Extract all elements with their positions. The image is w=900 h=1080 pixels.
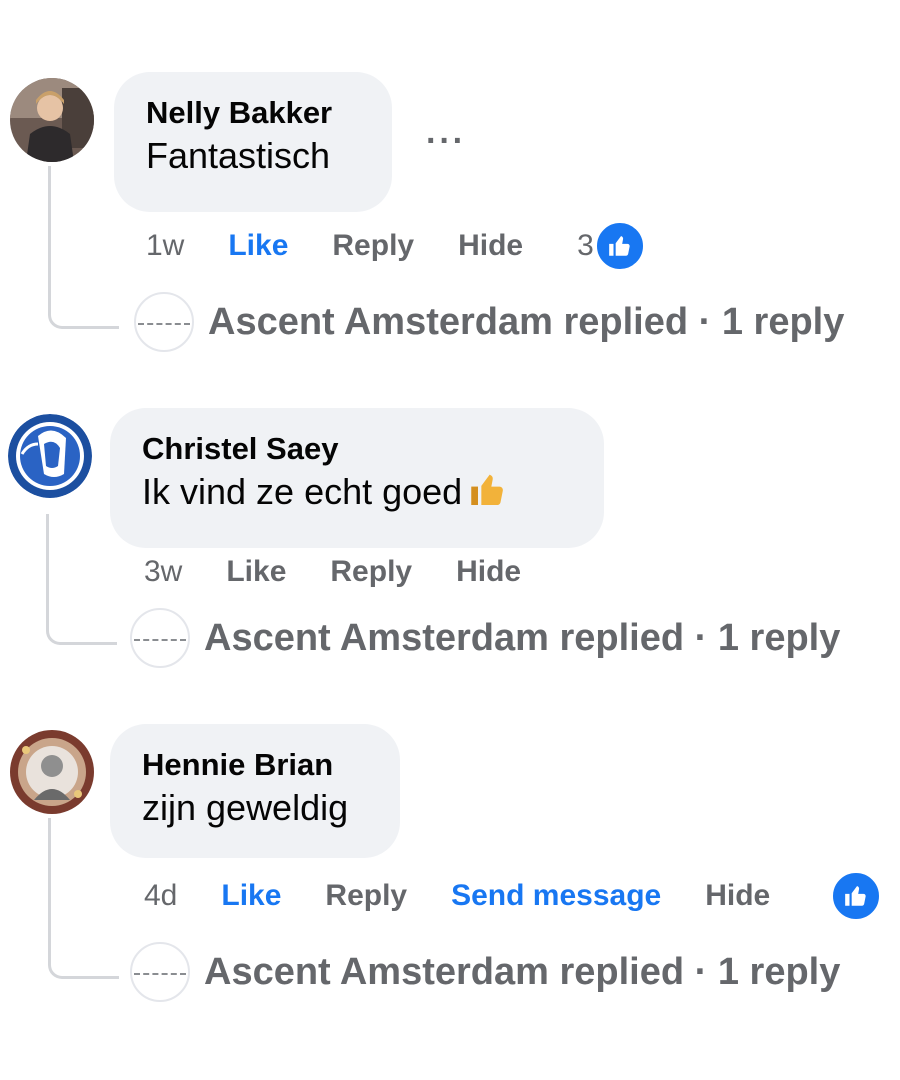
comment-timestamp[interactable]: 4d — [144, 879, 177, 913]
reply-button[interactable]: Reply — [330, 555, 412, 589]
avatar[interactable] — [10, 730, 94, 814]
replied-text: Ascent Amsterdam replied · 1 reply — [208, 300, 845, 343]
like-button[interactable]: Like — [226, 555, 286, 589]
page-logo-icon — [134, 639, 186, 641]
hide-button[interactable]: Hide — [705, 879, 770, 913]
comment-author[interactable]: Christel Saey — [142, 430, 572, 468]
view-replies-link[interactable]: Ascent Amsterdam replied · 1 reply — [130, 606, 840, 670]
send-message-button[interactable]: Send message — [451, 879, 661, 913]
avatar[interactable] — [8, 414, 92, 498]
page-logo-icon — [138, 323, 190, 325]
thread-connector — [48, 818, 119, 979]
reply-button[interactable]: Reply — [325, 879, 407, 913]
page-avatar — [130, 608, 190, 668]
user-photo-icon — [10, 730, 94, 814]
comment-author[interactable]: Hennie Brian — [142, 746, 368, 784]
like-reaction-icon[interactable] — [830, 870, 882, 922]
comment-bubble: Christel Saey Ik vind ze echt goed — [110, 408, 604, 548]
club-logo-icon — [8, 414, 92, 498]
hide-button[interactable]: Hide — [456, 555, 521, 589]
comment-actions: 4d Like Reply Send message Hide — [144, 874, 814, 918]
comment-timestamp[interactable]: 3w — [144, 555, 182, 589]
comment-text: zijn geweldig — [142, 787, 349, 828]
comment-actions: 3w Like Reply Hide — [144, 550, 565, 594]
replied-text: Ascent Amsterdam replied · 1 reply — [204, 616, 841, 659]
page-avatar — [134, 292, 194, 352]
page-logo-icon — [134, 973, 186, 975]
like-button[interactable]: Like — [221, 879, 281, 913]
comment-item: Hennie Brian zijn geweldig 4d Like Reply… — [0, 0, 900, 1002]
replied-text: Ascent Amsterdam replied · 1 reply — [204, 950, 841, 993]
comment-text: Ik vind ze echt goed — [142, 468, 572, 522]
thumbs-up-icon — [468, 470, 508, 522]
view-replies-link[interactable]: Ascent Amsterdam replied · 1 reply — [130, 940, 840, 1004]
thread-connector — [46, 514, 117, 645]
page-avatar — [130, 942, 190, 1002]
comment-bubble: Hennie Brian zijn geweldig — [110, 724, 400, 858]
